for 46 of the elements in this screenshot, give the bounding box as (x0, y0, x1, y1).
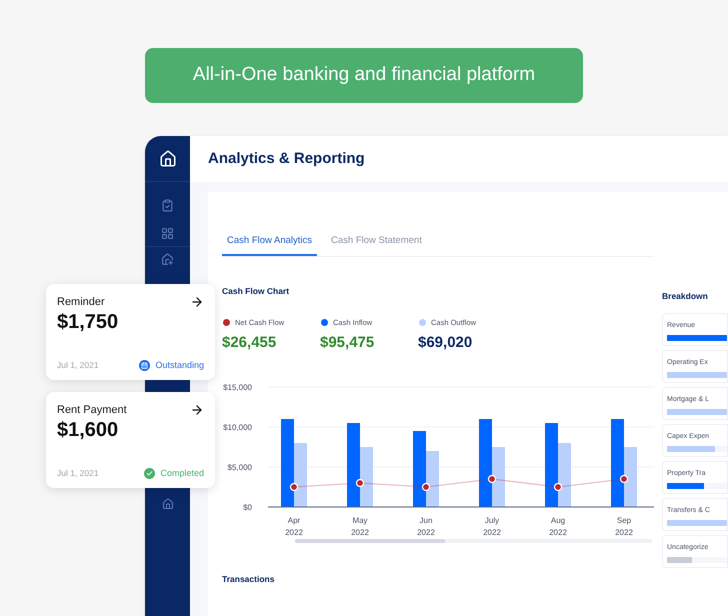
axis-label: Aug 2022 (549, 516, 567, 537)
chart-point (356, 478, 364, 487)
payment-card[interactable]: Rent Payment $1,600 Jul 1, 2021 Completed (46, 392, 215, 488)
payment-card[interactable]: Reminder $1,750 Jul 1, 2021 Outstanding (46, 284, 215, 380)
home-icon[interactable] (158, 150, 176, 168)
card-date: Jul 1, 2021 (57, 358, 99, 372)
banner: All-in-One banking and financial platform (145, 48, 583, 103)
axis-label: $15,000 (223, 382, 252, 392)
section-title: Cash Flow Chart (222, 285, 290, 298)
chart-point (290, 482, 298, 491)
arrow-right-icon[interactable] (190, 403, 204, 418)
axis-label: May 2022 (351, 516, 369, 537)
card-amount: $1,600 (57, 418, 120, 440)
status-label: Completed (160, 466, 204, 480)
chart-point (554, 482, 562, 491)
arrow-right-icon[interactable] (190, 295, 204, 310)
legend-value: $95,475 (320, 333, 376, 354)
axis-label: $5,000 (228, 462, 252, 472)
axis-label: $0 (243, 502, 252, 512)
house-icon[interactable] (161, 253, 174, 266)
chart-point (620, 474, 628, 483)
card-title: Rent Payment (57, 403, 127, 418)
card-title: Reminder (57, 295, 105, 310)
section-title: Transactions (222, 572, 276, 586)
card-amount: $1,750 (57, 310, 120, 332)
section-title: Breakdown (662, 290, 709, 303)
chart-bar (558, 442, 571, 507)
chart-bar (426, 450, 439, 507)
chart-bar (360, 446, 373, 507)
status-label: Outstanding (155, 358, 204, 372)
legend-value: $26,455 (222, 333, 278, 354)
card-date: Jul 1, 2021 (57, 466, 99, 480)
chart-point (422, 482, 430, 491)
axis-label: Jun 2022 (417, 516, 435, 537)
chart-point (488, 474, 496, 483)
axis-label: $10,000 (223, 422, 252, 432)
tab[interactable]: Cash Flow Analytics (222, 234, 318, 256)
chart-bar (294, 442, 307, 507)
grid-icon[interactable] (161, 227, 174, 240)
house-icon[interactable] (162, 498, 174, 510)
axis-label: July 2022 (483, 516, 501, 537)
legend-value: $69,020 (418, 333, 474, 354)
clipboard-check-icon[interactable] (161, 199, 174, 212)
axis-label: Apr 2022 (285, 516, 303, 537)
page-title: Analytics & Reporting (208, 148, 365, 169)
axis-label: Sep 2022 (615, 516, 633, 537)
